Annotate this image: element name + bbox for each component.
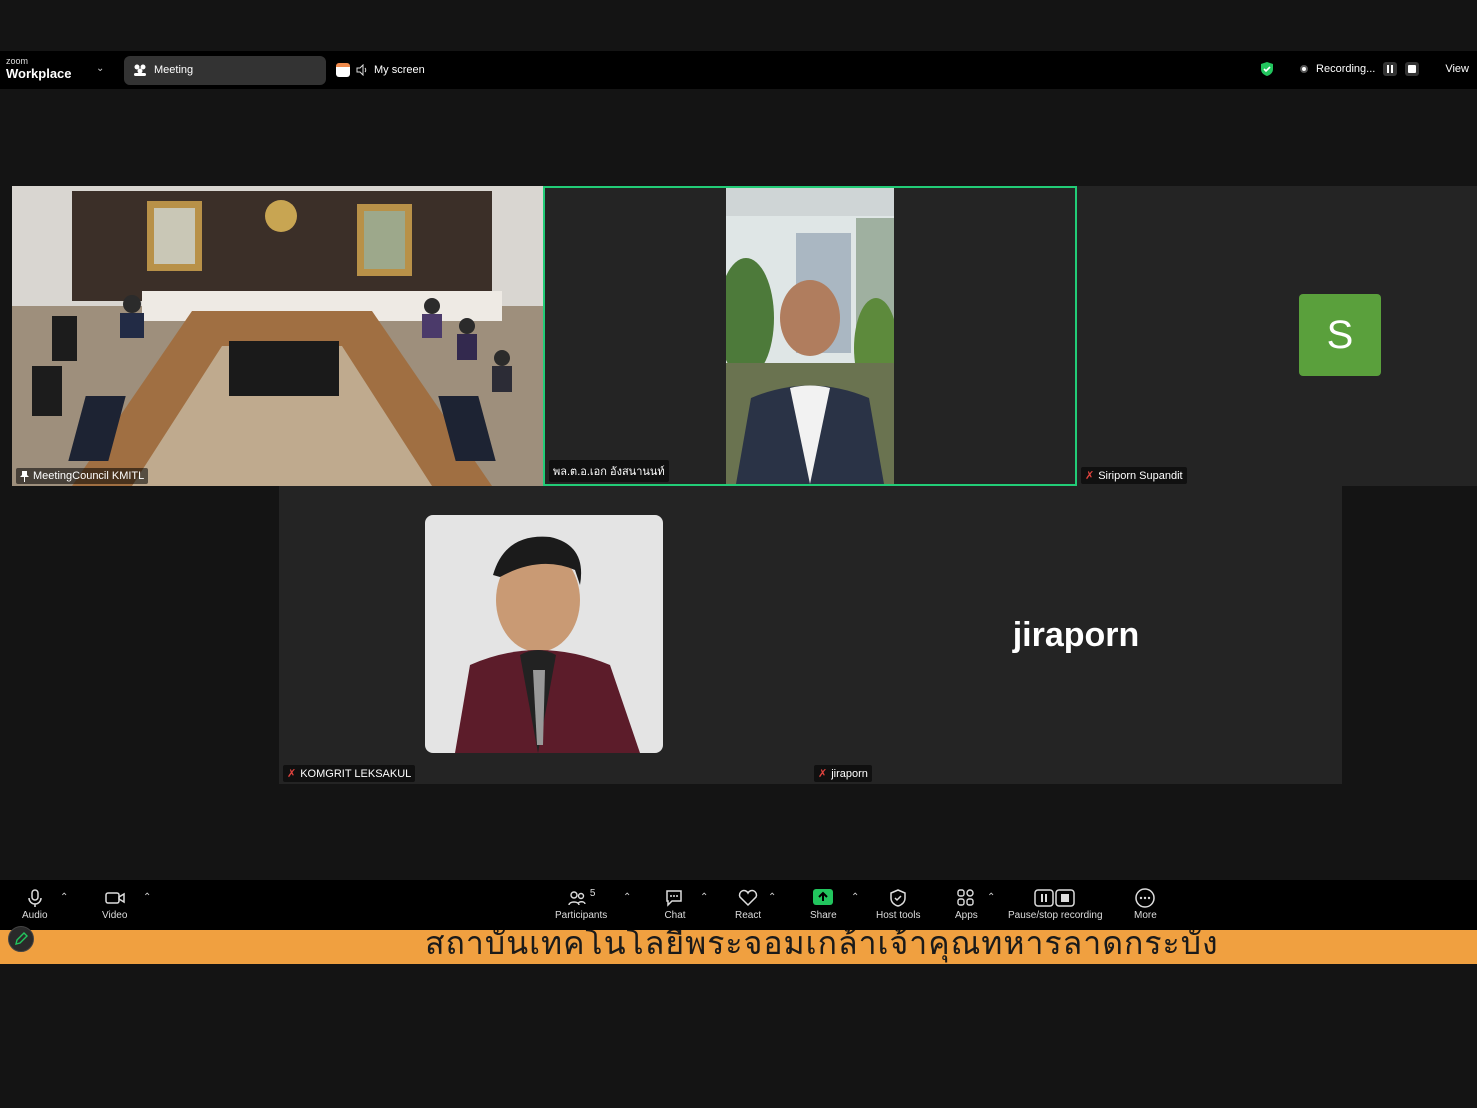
more-icon: [1135, 888, 1156, 908]
host-tools-button[interactable]: Host tools: [876, 888, 920, 921]
pencil-icon: [15, 932, 28, 945]
stop-icon: [1408, 65, 1417, 73]
tab-meeting[interactable]: Meeting: [124, 56, 326, 85]
pause-recording-button[interactable]: [1383, 62, 1398, 76]
heart-icon: [738, 889, 758, 907]
app-icon: [336, 63, 350, 77]
caption-banner: สถาบันเทคโนโลยีพระจอมเกล้าเจ้าคุณทหารลาด…: [0, 930, 1477, 964]
camera-icon: [104, 892, 125, 904]
recording-label: Recording...: [1316, 63, 1376, 75]
stop-recording-button[interactable]: [1405, 62, 1420, 76]
view-button[interactable]: View: [1445, 63, 1469, 75]
pause-stop-recording-button[interactable]: Pause/stop recording: [1008, 888, 1103, 921]
more-button[interactable]: More: [1134, 888, 1157, 921]
participant-name-tag: ✗ jiraporn: [814, 765, 872, 782]
audio-button[interactable]: Audio: [22, 888, 48, 921]
pause-icon: [1387, 65, 1394, 73]
mic-muted-icon: ✗: [818, 768, 828, 780]
react-button[interactable]: React: [735, 888, 761, 921]
shield-icon: [890, 889, 906, 907]
participants-label: Participants: [555, 910, 608, 921]
audio-label: Audio: [22, 910, 48, 921]
meeting-room-video: [12, 186, 543, 486]
microphone-icon: [28, 889, 42, 907]
participants-button[interactable]: 5 Participants: [555, 888, 607, 921]
react-label: React: [735, 910, 762, 921]
video-tile-meeting-room[interactable]: MeetingCouncil KMITL: [12, 186, 543, 486]
avatar: S: [1299, 294, 1381, 376]
pin-icon: [20, 470, 29, 482]
participant-name-tag: ✗ Siriporn Supandit: [1081, 467, 1187, 484]
more-label: More: [1134, 910, 1157, 921]
share-options-chevron[interactable]: ⌃: [851, 892, 859, 903]
participant-name-tag: MeetingCouncil KMITL: [16, 468, 149, 484]
participant-display-name: jiraporn: [1012, 616, 1140, 654]
apps-options-chevron[interactable]: ⌃: [987, 892, 995, 903]
pause-stop-icon: [1034, 889, 1075, 907]
chat-icon: [666, 890, 682, 907]
chat-options-chevron[interactable]: ⌃: [700, 892, 708, 903]
video-tile-name-only[interactable]: jiraporn ✗ jiraporn: [810, 486, 1342, 784]
apps-button[interactable]: Apps: [955, 888, 978, 921]
caption-text: สถาบันเทคโนโลยีพระจอมเกล้าเจ้าคุณทหารลาด…: [425, 930, 1219, 961]
pause-stop-label: Pause/stop recording: [1008, 910, 1103, 921]
participant-name: Siriporn Supandit: [1098, 469, 1183, 482]
tab-meeting-label: Meeting: [154, 64, 194, 76]
video-tile-avatar[interactable]: S ✗ Siriporn Supandit: [1077, 186, 1477, 486]
speaker-icon: [356, 64, 367, 76]
brand-small: zoom: [6, 56, 29, 66]
video-tile-photo[interactable]: ✗ KOMGRIT LEKSAKUL: [279, 486, 810, 784]
participants-options-chevron[interactable]: ⌃: [623, 892, 631, 903]
participants-count: 5: [589, 888, 596, 899]
video-options-chevron[interactable]: ⌃: [143, 892, 151, 903]
participant-name: พล.ต.อ.เอก อังสนานนท์: [553, 466, 665, 478]
mic-muted-icon: ✗: [1085, 470, 1095, 482]
annotate-button[interactable]: [8, 926, 34, 952]
recording-area: Recording... View: [1260, 61, 1469, 77]
share-button[interactable]: Share: [810, 888, 837, 921]
chevron-down-icon[interactable]: ⌄: [96, 63, 104, 74]
audio-options-chevron[interactable]: ⌃: [60, 892, 68, 903]
share-label: Share: [810, 910, 837, 921]
chat-button[interactable]: Chat: [664, 888, 686, 921]
participants-icon: [134, 64, 146, 76]
chat-label: Chat: [664, 910, 686, 921]
profile-photo: [425, 515, 663, 753]
participants-icon: [568, 891, 586, 906]
meeting-toolbar: Audio ⌃ Video ⌃ 5 Participants ⌃ Chat ⌃ …: [0, 880, 1477, 930]
recording-dot-icon: [1300, 65, 1309, 73]
video-label: Video: [102, 910, 128, 921]
tab-my-screen[interactable]: My screen: [336, 63, 425, 77]
participant-name: KOMGRIT LEKSAKUL: [300, 767, 412, 780]
video-tile-active-speaker[interactable]: พล.ต.อ.เอก อังสนานนท์: [543, 186, 1077, 486]
apps-label: Apps: [955, 910, 978, 921]
top-bar: zoom Workplace ⌄ Meeting My screen Recor…: [0, 51, 1477, 89]
tab-my-screen-label: My screen: [374, 64, 425, 76]
apps-icon: [957, 889, 975, 906]
mic-muted-icon: ✗: [287, 768, 297, 780]
participant-name: jiraporn: [831, 767, 868, 780]
zoom-logo: zoom Workplace: [6, 56, 72, 81]
security-shield-icon: [1261, 62, 1274, 76]
participant-name-tag: ✗ KOMGRIT LEKSAKUL: [283, 765, 416, 782]
host-tools-label: Host tools: [876, 910, 921, 921]
video-button[interactable]: Video: [102, 888, 127, 921]
share-screen-icon: [813, 889, 834, 905]
brand-name: Workplace: [6, 66, 72, 81]
participant-name-tag: พล.ต.อ.เอก อังสนานนท์: [549, 460, 669, 482]
participant-name: MeetingCouncil KMITL: [33, 470, 145, 482]
speaker-video: [726, 188, 894, 484]
react-options-chevron[interactable]: ⌃: [768, 892, 776, 903]
